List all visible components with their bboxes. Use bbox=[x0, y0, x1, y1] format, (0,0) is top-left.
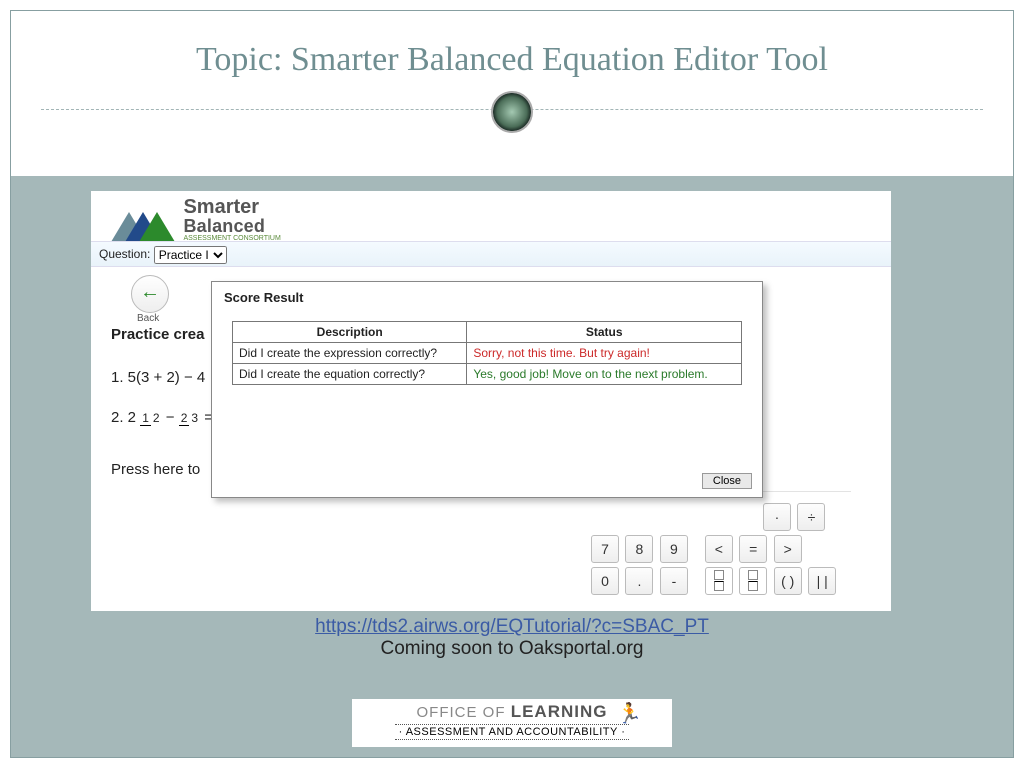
key-eq[interactable]: = bbox=[739, 535, 767, 563]
th-description: Description bbox=[233, 322, 467, 343]
back-label: Back bbox=[137, 313, 159, 324]
footer-assessment: · ASSESSMENT AND ACCOUNTABILITY · bbox=[395, 724, 630, 740]
footer-learning: LEARNING bbox=[511, 702, 608, 721]
key-mixed-number-icon[interactable] bbox=[739, 567, 767, 595]
press-text: Press here to bbox=[111, 461, 200, 478]
key-abs[interactable]: | | bbox=[808, 567, 836, 595]
key-fraction-icon[interactable] bbox=[705, 567, 733, 595]
cell-status: Yes, good job! Move on to the next probl… bbox=[467, 364, 742, 385]
cell-status: Sorry, not this time. But try again! bbox=[467, 343, 742, 364]
th-status: Status bbox=[467, 322, 742, 343]
key-7[interactable]: 7 bbox=[591, 535, 619, 563]
q2-frac2-den: 3 bbox=[189, 411, 200, 425]
q2-frac1-num: 1 bbox=[140, 411, 151, 426]
key-minus[interactable]: - bbox=[660, 567, 688, 595]
key-dot[interactable]: · bbox=[763, 503, 791, 531]
footer-office: OFFICE OF bbox=[417, 704, 506, 721]
key-gt[interactable]: > bbox=[774, 535, 802, 563]
question-1: 1. 5(3 + 2) − 4 bbox=[111, 369, 205, 386]
tutorial-link[interactable]: https://tds2.airws.org/EQTutorial/?c=SBA… bbox=[315, 616, 709, 637]
link-subtext: Coming soon to Oaksportal.org bbox=[381, 638, 644, 659]
cell-desc: Did I create the equation correctly? bbox=[233, 364, 467, 385]
seal-icon bbox=[491, 91, 533, 133]
practice-heading: Practice crea bbox=[111, 326, 204, 343]
slide: Topic: Smarter Balanced Equation Editor … bbox=[10, 10, 1014, 758]
key-8[interactable]: 8 bbox=[625, 535, 653, 563]
logo-line1: Smarter bbox=[183, 197, 280, 217]
smarter-balanced-logo: Smarter Balanced Assessment Consortium bbox=[111, 197, 281, 242]
link-block: https://tds2.airws.org/EQTutorial/?c=SBA… bbox=[11, 616, 1013, 660]
question-label: Question: bbox=[99, 247, 150, 261]
q2-frac1-den: 2 bbox=[151, 411, 162, 425]
runner-icon: 🏃 bbox=[617, 701, 642, 726]
equation-keypad: · ÷ 7 8 9 < = > 0 . - ( ) | | bbox=[591, 503, 838, 599]
table-row: Did I create the expression correctly? S… bbox=[233, 343, 742, 364]
key-decimal[interactable]: . bbox=[625, 567, 653, 595]
table-row: Did I create the equation correctly? Yes… bbox=[233, 364, 742, 385]
key-lt[interactable]: < bbox=[705, 535, 733, 563]
cell-desc: Did I create the expression correctly? bbox=[233, 343, 467, 364]
key-0[interactable]: 0 bbox=[591, 567, 619, 595]
ornament-row bbox=[11, 89, 1013, 129]
key-divide[interactable]: ÷ bbox=[797, 503, 825, 531]
dialog-title: Score Result bbox=[212, 282, 762, 313]
question-bar: Question: Practice I bbox=[91, 241, 891, 267]
q2-prefix: 2. 2 bbox=[111, 409, 136, 426]
app-screenshot: Smarter Balanced Assessment Consortium Q… bbox=[91, 191, 891, 611]
key-9[interactable]: 9 bbox=[660, 535, 688, 563]
score-table: Description Status Did I create the expr… bbox=[232, 321, 742, 385]
close-button[interactable]: Close bbox=[702, 473, 752, 489]
score-result-dialog: Score Result Description Status Did I cr… bbox=[211, 281, 763, 498]
office-of-learning-logo: OFFICE OF LEARNING · ASSESSMENT AND ACCO… bbox=[352, 699, 672, 747]
logo-line2: Balanced bbox=[183, 217, 280, 235]
question-select[interactable]: Practice I bbox=[154, 246, 227, 264]
slide-title: Topic: Smarter Balanced Equation Editor … bbox=[31, 41, 993, 79]
back-button[interactable]: ← bbox=[131, 275, 169, 313]
back-arrow-icon: ← bbox=[140, 281, 160, 303]
q2-minus: − bbox=[166, 409, 179, 426]
title-area: Topic: Smarter Balanced Equation Editor … bbox=[11, 11, 1013, 89]
key-parens[interactable]: ( ) bbox=[774, 567, 802, 595]
q2-frac2-num: 2 bbox=[179, 411, 190, 426]
question-2: 2. 2 12 − 23 = 1 bbox=[111, 409, 226, 426]
